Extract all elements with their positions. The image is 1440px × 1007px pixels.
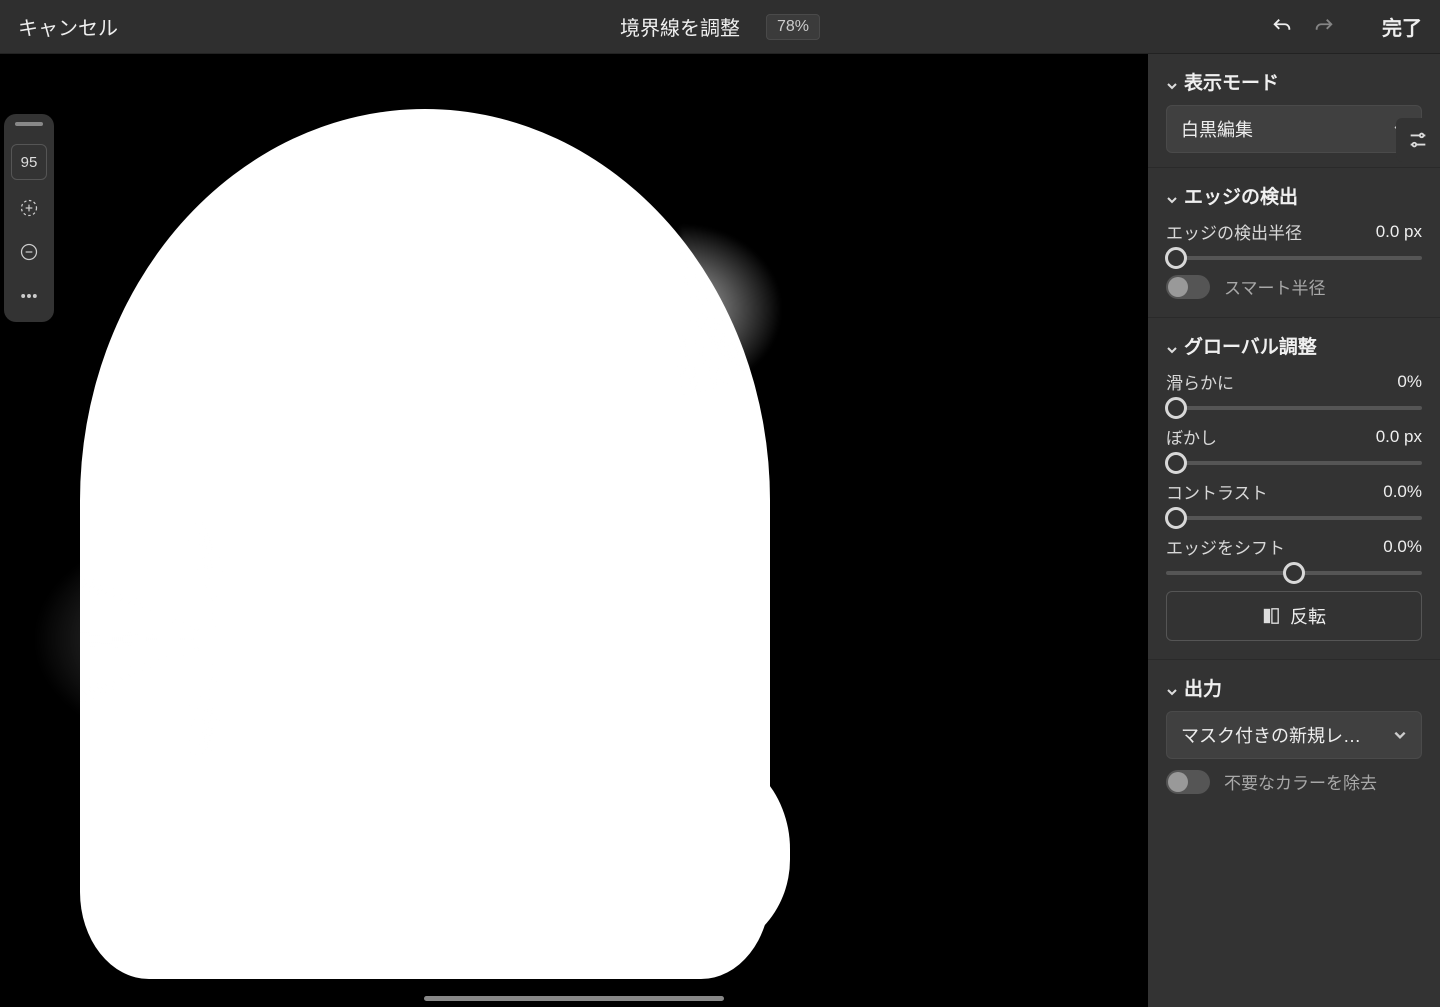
section-header-edge-detect[interactable]: エッジの検出 [1166, 182, 1422, 209]
chevron-down-icon [1166, 76, 1178, 88]
brush-size-value: 95 [21, 154, 38, 171]
toggle-knob [1168, 772, 1188, 792]
param-label: 滑らかに [1166, 369, 1234, 394]
param-contrast: コントラスト 0.0% [1166, 479, 1422, 504]
param-value: 0.0 px [1376, 427, 1422, 447]
undo-button[interactable] [1268, 13, 1296, 41]
more-horizontal-icon [19, 286, 39, 306]
param-smooth: 滑らかに 0% [1166, 369, 1422, 394]
home-indicator [424, 996, 724, 1001]
zoom-badge[interactable]: 78% [766, 14, 820, 40]
toggle-knob [1168, 277, 1188, 297]
done-button[interactable]: 完了 [1382, 12, 1422, 41]
brush-size-button[interactable]: 95 [11, 144, 47, 180]
minus-circle-icon [19, 242, 39, 262]
drag-handle-icon[interactable] [15, 122, 43, 126]
section-global: グローバル調整 滑らかに 0% ぼかし 0.0 px コントラスト 0.0% [1148, 318, 1440, 660]
section-edge-detect: エッジの検出 エッジの検出半径 0.0 px スマート半径 [1148, 168, 1440, 318]
section-title: 出力 [1184, 674, 1222, 701]
chevron-down-icon [1166, 682, 1178, 694]
section-header-view-mode[interactable]: 表示モード [1166, 68, 1422, 95]
slider-smooth[interactable] [1166, 406, 1422, 410]
section-header-global[interactable]: グローバル調整 [1166, 332, 1422, 359]
output-dropdown[interactable]: マスク付きの新規レ… [1166, 711, 1422, 759]
slider-blur[interactable] [1166, 461, 1422, 465]
slider-contrast[interactable] [1166, 516, 1422, 520]
sliders-icon [1407, 129, 1429, 151]
section-header-output[interactable]: 出力 [1166, 674, 1422, 701]
slider-shift-edge[interactable] [1166, 571, 1422, 575]
toggle-decontaminate[interactable] [1166, 770, 1210, 794]
redo-button [1310, 13, 1338, 41]
page-title: 境界線を調整 [620, 12, 740, 41]
chevron-down-icon [1166, 190, 1178, 202]
row-decontaminate: 不要なカラーを除去 [1166, 769, 1422, 794]
param-value: 0% [1397, 372, 1422, 392]
slider-thumb[interactable] [1165, 397, 1187, 419]
param-label: ぼかし [1166, 424, 1217, 449]
properties-panel: 表示モード 白黒編集 エッジの検出 エッジの検出半径 0.0 px [1148, 54, 1440, 1007]
param-value: 0.0% [1383, 482, 1422, 502]
param-label: エッジをシフト [1166, 534, 1285, 559]
param-blur: ぼかし 0.0 px [1166, 424, 1422, 449]
section-output: 出力 マスク付きの新規レ… 不要なカラーを除去 [1148, 660, 1440, 812]
slider-thumb[interactable] [1165, 507, 1187, 529]
section-title: 表示モード [1184, 68, 1279, 95]
add-selection-button[interactable] [11, 192, 47, 224]
invert-icon [1262, 607, 1280, 625]
panel-toggle-button[interactable] [1396, 118, 1440, 162]
plus-circle-dashed-icon [19, 198, 39, 218]
toggle-label: スマート半径 [1224, 274, 1326, 299]
top-bar: キャンセル 境界線を調整 78% 完了 [0, 0, 1440, 54]
subtract-selection-button[interactable] [11, 236, 47, 268]
section-title: グローバル調整 [1184, 332, 1317, 359]
chevron-down-icon [1393, 728, 1407, 742]
toggle-label: 不要なカラーを除去 [1224, 769, 1377, 794]
param-value: 0.0% [1383, 537, 1422, 557]
mask-preview-hand [590, 744, 790, 954]
param-label: エッジの検出半径 [1166, 219, 1302, 244]
cancel-button[interactable]: キャンセル [18, 12, 118, 41]
invert-label: 反転 [1290, 603, 1326, 629]
slider-edge-radius[interactable] [1166, 256, 1422, 260]
param-value: 0.0 px [1376, 222, 1422, 242]
param-shift-edge: エッジをシフト 0.0% [1166, 534, 1422, 559]
slider-thumb[interactable] [1165, 247, 1187, 269]
left-toolbar: 95 [4, 114, 54, 322]
undo-icon [1271, 16, 1293, 38]
dropdown-value: マスク付きの新規レ… [1181, 722, 1361, 748]
param-edge-radius: エッジの検出半径 0.0 px [1166, 219, 1422, 244]
toggle-smart-radius[interactable] [1166, 275, 1210, 299]
slider-thumb[interactable] [1165, 452, 1187, 474]
chevron-down-icon [1166, 340, 1178, 352]
section-title: エッジの検出 [1184, 182, 1298, 209]
redo-icon [1313, 16, 1335, 38]
more-tools-button[interactable] [11, 280, 47, 312]
view-mode-dropdown[interactable]: 白黒編集 [1166, 105, 1422, 153]
param-label: コントラスト [1166, 479, 1268, 504]
canvas[interactable] [0, 54, 1148, 1007]
dropdown-value: 白黒編集 [1181, 116, 1253, 142]
slider-thumb[interactable] [1283, 562, 1305, 584]
row-smart-radius: スマート半径 [1166, 274, 1422, 299]
invert-button[interactable]: 反転 [1166, 591, 1422, 641]
